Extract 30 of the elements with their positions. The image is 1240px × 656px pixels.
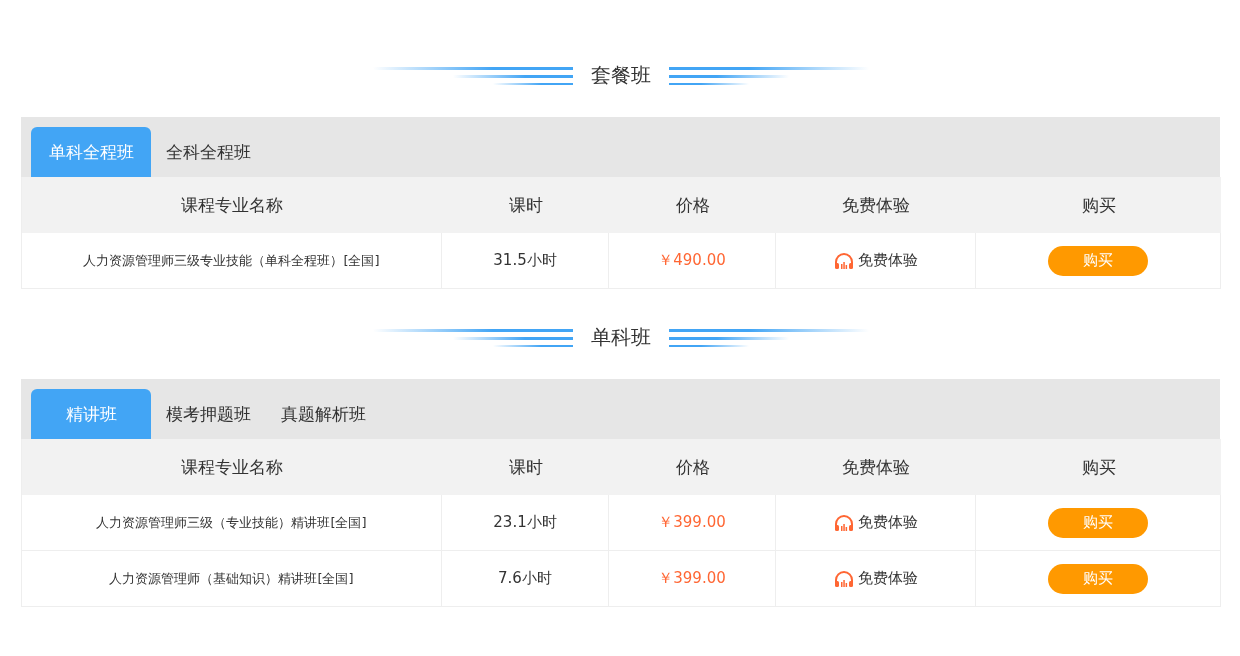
free-trial-link[interactable]: 免费体验 xyxy=(827,512,924,533)
column-header: 免费体验 xyxy=(776,439,976,495)
column-header: 购买 xyxy=(976,177,1221,233)
course-name: 人力资源管理师（基础知识）精讲班[全国] xyxy=(109,569,354,588)
column-header: 课程专业名称 xyxy=(22,177,442,233)
course-price: ￥399.00 xyxy=(658,513,726,532)
course-price: ￥399.00 xyxy=(658,569,726,588)
course-name: 人力资源管理师三级（专业技能）精讲班[全国] xyxy=(96,513,367,532)
course-hours: 23.1小时 xyxy=(493,513,557,532)
column-header: 课时 xyxy=(442,177,609,233)
column-header: 价格 xyxy=(609,439,776,495)
column-header: 购买 xyxy=(976,439,1221,495)
course-name: 人力资源管理师三级专业技能（单科全程班）[全国] xyxy=(83,251,380,270)
course-hours: 7.6小时 xyxy=(498,569,552,588)
course-tab[interactable]: 真题解析班 xyxy=(266,389,381,439)
section-title: 单科班 xyxy=(590,323,651,351)
column-header: 免费体验 xyxy=(776,177,976,233)
headphones-icon xyxy=(833,569,854,588)
headphones-icon xyxy=(833,513,854,532)
course-tab[interactable]: 模考押题班 xyxy=(151,389,266,439)
section-title: 套餐班 xyxy=(590,61,651,89)
free-trial-link[interactable]: 免费体验 xyxy=(827,250,924,271)
free-trial-link[interactable]: 免费体验 xyxy=(827,568,924,589)
column-header: 课时 xyxy=(442,439,609,495)
course-hours: 31.5小时 xyxy=(493,251,557,270)
headphones-icon xyxy=(833,251,854,270)
column-header: 课程专业名称 xyxy=(22,439,442,495)
course-tab[interactable]: 全科全程班 xyxy=(151,127,266,177)
column-header: 价格 xyxy=(609,177,776,233)
course-price: ￥490.00 xyxy=(658,251,726,270)
